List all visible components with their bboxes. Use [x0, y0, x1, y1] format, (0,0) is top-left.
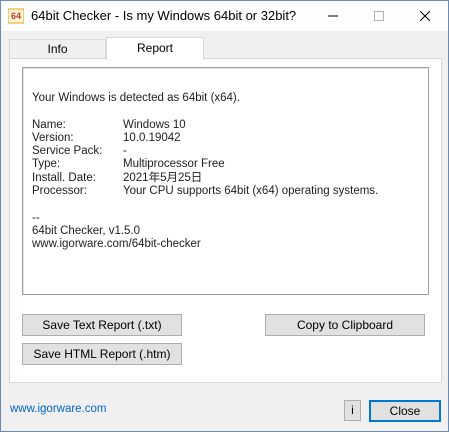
report-field-name: Name: Windows 10 [32, 119, 240, 132]
maximize-button[interactable] [356, 1, 402, 31]
close-window-button[interactable] [402, 1, 448, 31]
field-value: Windows 10 [123, 118, 186, 131]
field-key: Processor: [32, 185, 87, 198]
report-separator: -- [32, 211, 40, 224]
report-blank-line [32, 105, 240, 118]
maximize-icon [374, 11, 384, 21]
save-html-report-button[interactable]: Save HTML Report (.htm) [22, 343, 182, 365]
field-key: Version: [32, 131, 74, 144]
report-field-type: Type: Multiprocessor Free [32, 158, 240, 171]
app-logo-icon: 64 [8, 8, 24, 24]
field-key: Install. Date: [32, 171, 96, 184]
report-field-processor: Processor: Your CPU supports 64bit (x64)… [32, 185, 378, 198]
report-field-install-date: Install. Date: 2021年5月25日 [32, 172, 240, 185]
minimize-icon [328, 15, 338, 17]
field-key: Service Pack: [32, 145, 103, 158]
field-value: 10.0.19042 [123, 131, 181, 144]
svg-text:64: 64 [11, 11, 21, 21]
igorware-link[interactable]: www.igorware.com [10, 403, 107, 415]
field-key: Name: [32, 118, 66, 131]
report-tab-panel: Your Windows is detected as 64bit (x64).… [9, 58, 442, 383]
report-app-version: 64bit Checker, v1.5.0 [32, 224, 141, 237]
field-value: - [123, 145, 127, 158]
field-value: Your CPU supports 64bit (x64) operating … [123, 185, 379, 198]
close-icon [420, 11, 430, 21]
save-text-report-button[interactable]: Save Text Report (.txt) [22, 314, 182, 336]
tab-report[interactable]: Report [106, 37, 204, 60]
report-field-version: Version: 10.0.19042 [32, 132, 240, 145]
field-value: Multiprocessor Free [123, 158, 225, 171]
app-window: 64 64bit Checker - Is my Windows 64bit o… [0, 0, 449, 432]
report-text-area[interactable]: Your Windows is detected as 64bit (x64).… [22, 67, 429, 295]
window-title: 64bit Checker - Is my Windows 64bit or 3… [31, 8, 297, 23]
report-content: Your Windows is detected as 64bit (x64).… [32, 92, 378, 252]
title-bar[interactable]: 64 64bit Checker - Is my Windows 64bit o… [1, 1, 448, 31]
report-app-url: www.igorware.com/64bit-checker [32, 238, 201, 251]
copy-to-clipboard-button[interactable]: Copy to Clipboard [265, 314, 425, 336]
tab-strip: Info Report [9, 37, 209, 60]
about-button[interactable]: i [344, 400, 361, 421]
report-detected-line: Your Windows is detected as 64bit (x64). [32, 92, 240, 104]
tab-info[interactable]: Info [9, 39, 106, 59]
field-value: 2021年5月25日 [123, 171, 203, 184]
field-key: Type: [32, 158, 61, 171]
report-field-service-pack: Service Pack: - [32, 145, 240, 158]
close-button[interactable]: Close [369, 400, 441, 422]
report-blank-line [32, 198, 240, 211]
minimize-button[interactable] [310, 1, 356, 31]
